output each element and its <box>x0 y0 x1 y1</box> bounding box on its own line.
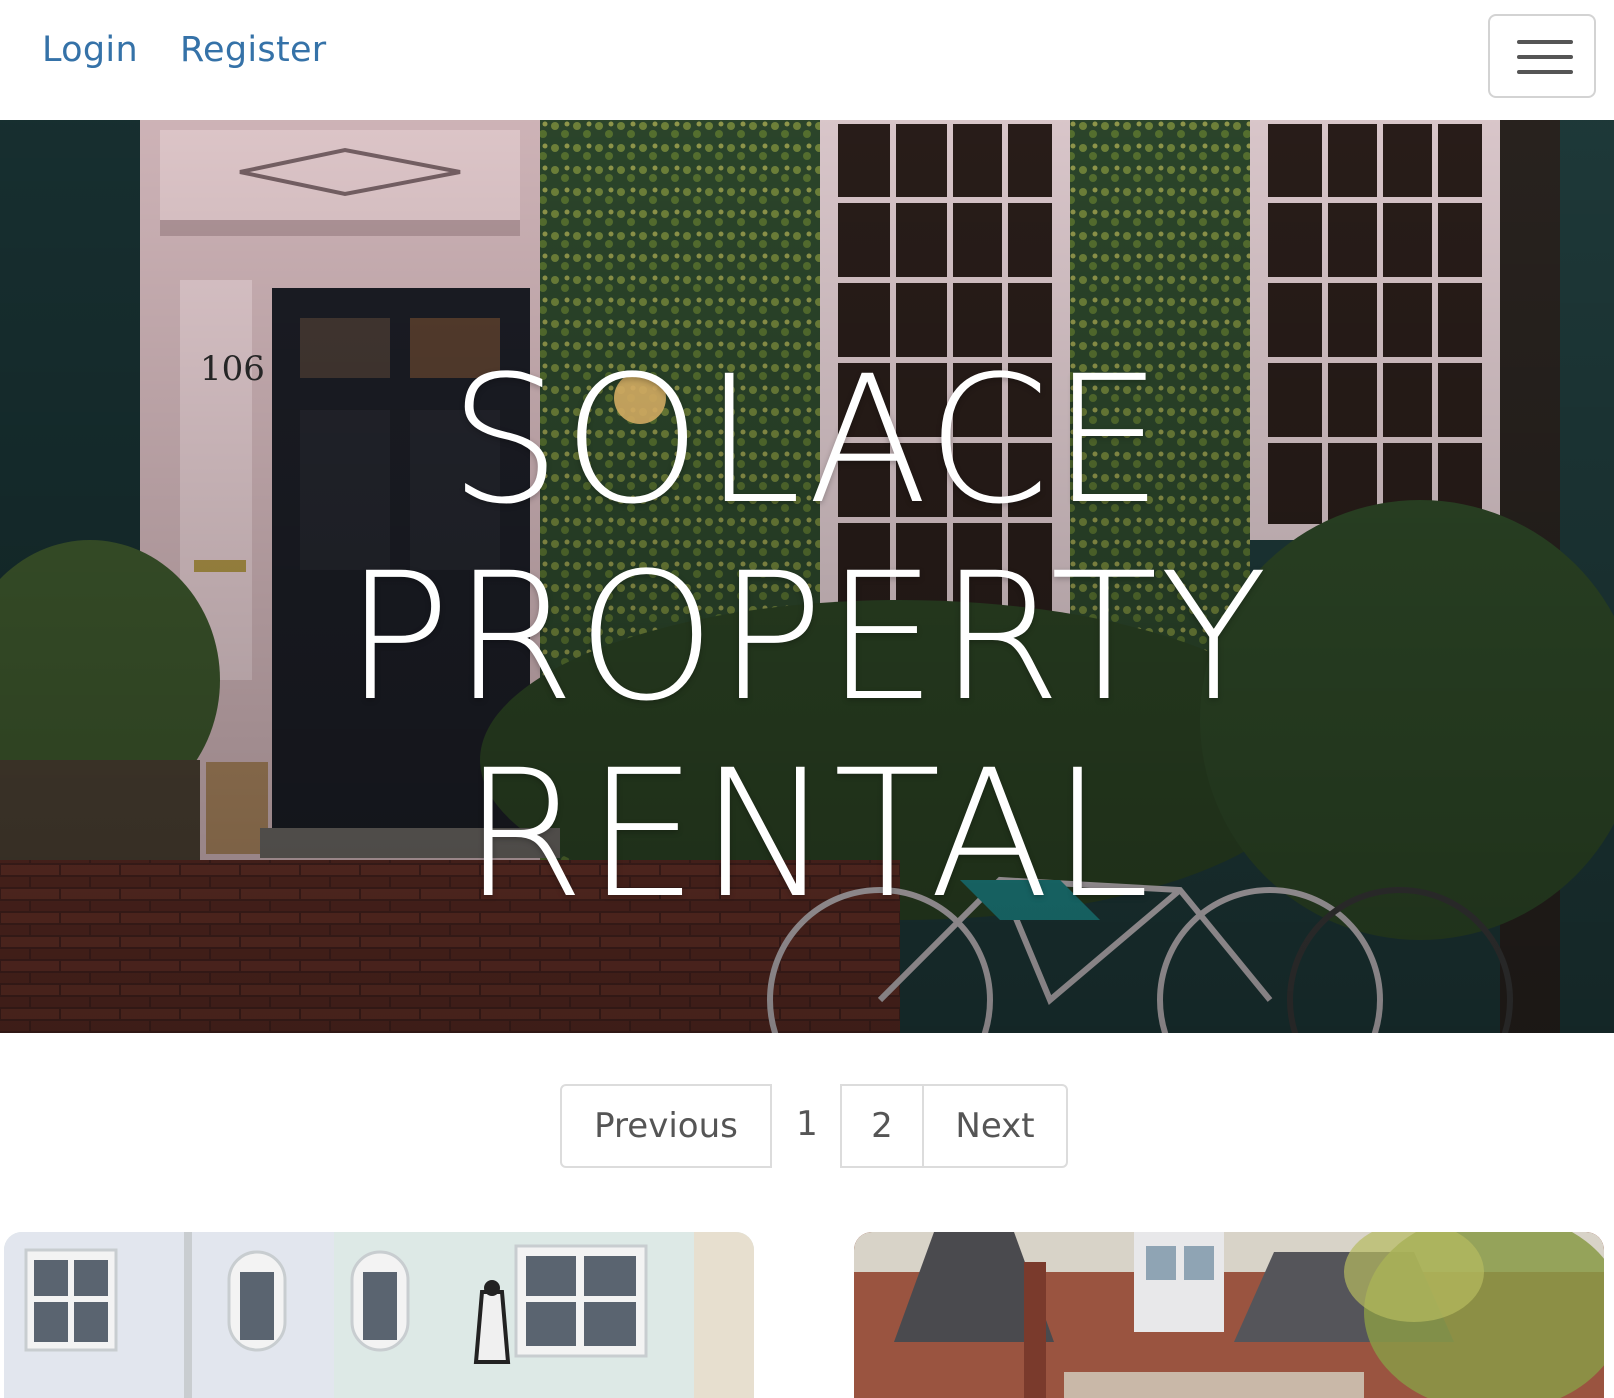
page: Login Register SOLACE PROPERTY RENTAL Pr… <box>0 0 1614 1398</box>
hero-title-line-2: PROPERTY <box>344 535 1270 740</box>
hero-title: SOLACE PROPERTY RENTAL <box>0 342 1614 933</box>
previous-page-button[interactable]: Previous <box>560 1084 772 1168</box>
register-link[interactable]: Register <box>180 30 327 70</box>
property-image <box>854 1232 1604 1398</box>
login-link[interactable]: Login <box>42 30 138 70</box>
hero-banner: 106 <box>0 120 1614 1033</box>
property-card[interactable] <box>4 1232 754 1398</box>
property-image <box>4 1232 754 1398</box>
menu-toggle-button[interactable] <box>1488 14 1596 98</box>
page-1-current: 1 <box>796 1104 818 1144</box>
hamburger-icon-line <box>1517 55 1573 59</box>
page-2-button[interactable]: 2 <box>840 1084 924 1168</box>
hamburger-icon <box>1517 40 1573 44</box>
navbar: Login Register <box>0 0 1614 120</box>
hero-title-line-3: RENTAL <box>462 732 1152 937</box>
hero-title-line-1: SOLACE <box>449 338 1165 543</box>
property-card[interactable] <box>854 1232 1604 1398</box>
hamburger-icon-line <box>1517 70 1573 74</box>
next-page-button[interactable]: Next <box>922 1084 1068 1168</box>
